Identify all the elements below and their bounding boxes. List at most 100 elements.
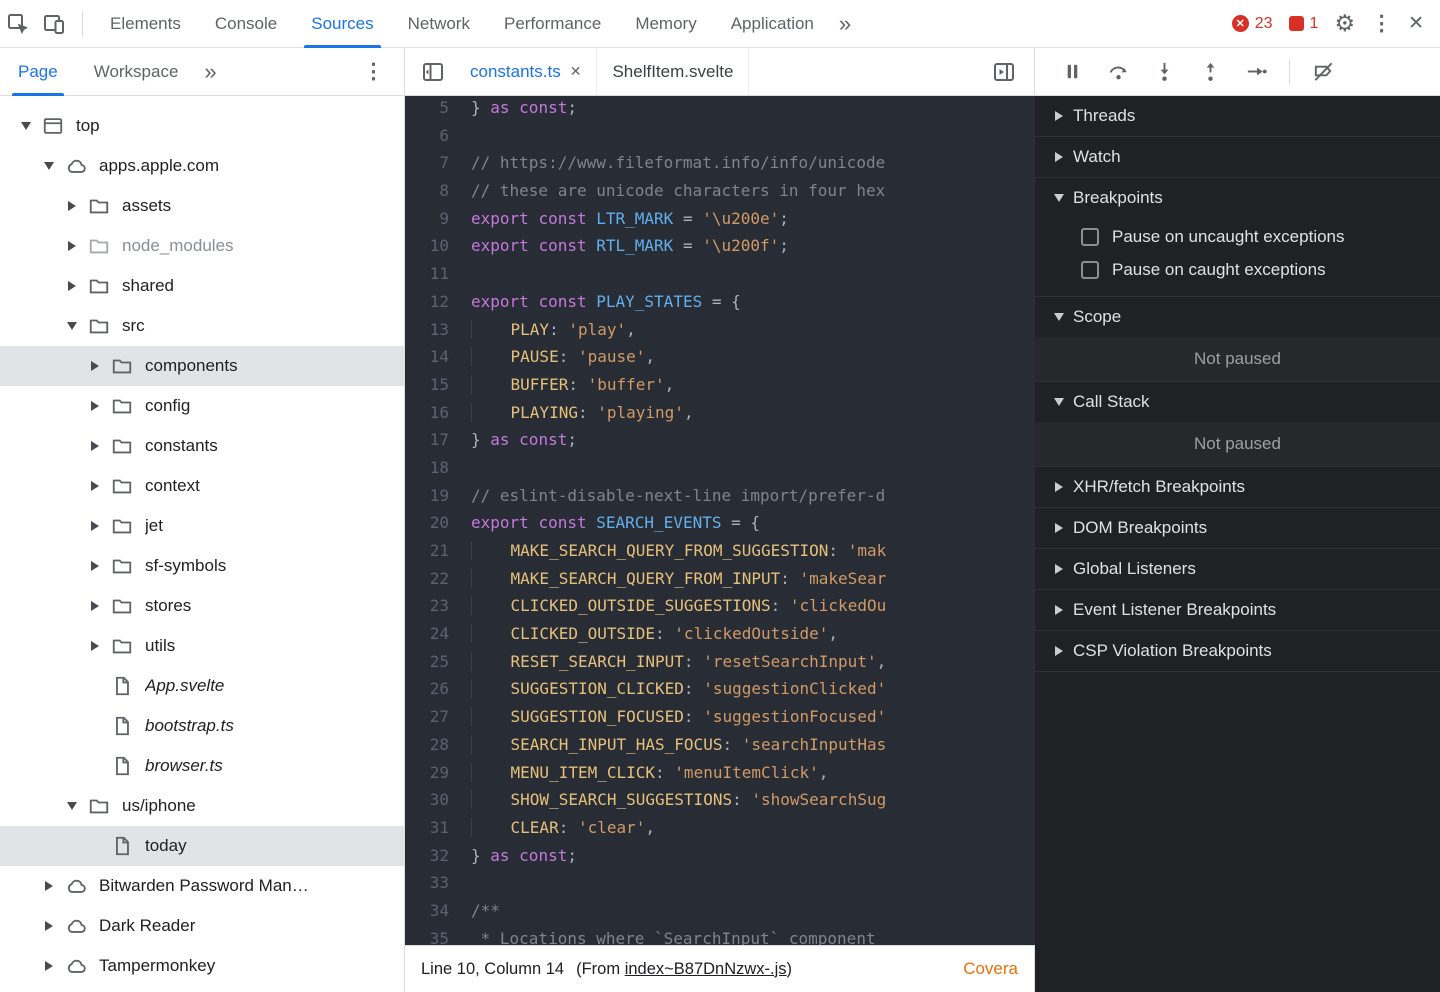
checkbox-pause-on-uncaught-exceptions[interactable]: Pause on uncaught exceptions bbox=[1035, 220, 1440, 253]
tree-item-tampermonkey[interactable]: Tampermonkey bbox=[0, 946, 404, 986]
code-line[interactable]: 19// eslint-disable-next-line import/pre… bbox=[405, 482, 1035, 510]
line-number[interactable]: 30 bbox=[405, 786, 471, 814]
caret-down-icon[interactable] bbox=[60, 322, 84, 330]
code-line[interactable]: 15 BUFFER: 'buffer', bbox=[405, 371, 1035, 399]
pause-script-icon[interactable] bbox=[1049, 54, 1095, 90]
checkbox-pause-on-caught-exceptions[interactable]: Pause on caught exceptions bbox=[1035, 253, 1440, 286]
line-number[interactable]: 32 bbox=[405, 842, 471, 870]
caret-down-icon[interactable] bbox=[60, 802, 84, 810]
step-over-icon[interactable] bbox=[1095, 54, 1141, 90]
line-number[interactable]: 13 bbox=[405, 316, 471, 344]
code-line[interactable]: 6 bbox=[405, 122, 1035, 150]
line-number[interactable]: 31 bbox=[405, 814, 471, 842]
section-header-threads[interactable]: Threads bbox=[1035, 96, 1440, 136]
code-line[interactable]: 31 CLEAR: 'clear', bbox=[405, 814, 1035, 842]
code-line[interactable]: 9export const LTR_MARK = '\u200e'; bbox=[405, 205, 1035, 233]
source-code-editor[interactable]: 5} as const;67// https://www.fileformat.… bbox=[405, 96, 1035, 945]
tree-item-bitwarden-password-man[interactable]: Bitwarden Password Man… bbox=[0, 866, 404, 906]
line-number[interactable]: 22 bbox=[405, 565, 471, 593]
line-number[interactable]: 29 bbox=[405, 759, 471, 787]
caret-right-icon[interactable] bbox=[83, 481, 107, 491]
navigator-tab-page[interactable]: Page bbox=[0, 48, 76, 96]
line-number[interactable]: 6 bbox=[405, 122, 471, 150]
line-number[interactable]: 18 bbox=[405, 454, 471, 482]
code-line[interactable]: 25 RESET_SEARCH_INPUT: 'resetSearchInput… bbox=[405, 648, 1035, 676]
code-line[interactable]: 5} as const; bbox=[405, 96, 1035, 122]
line-number[interactable]: 12 bbox=[405, 288, 471, 316]
step-icon[interactable] bbox=[1233, 54, 1279, 90]
code-line[interactable]: 17} as const; bbox=[405, 426, 1035, 454]
tree-item-shared[interactable]: shared bbox=[0, 266, 404, 306]
caret-right-icon[interactable] bbox=[83, 641, 107, 651]
tree-item-today[interactable]: today bbox=[0, 826, 404, 866]
toggle-navigator-icon[interactable] bbox=[415, 54, 451, 90]
code-line[interactable]: 10export const RTL_MARK = '\u200f'; bbox=[405, 232, 1035, 260]
code-line[interactable]: 32} as const; bbox=[405, 842, 1035, 870]
tree-item-us-iphone[interactable]: us/iphone bbox=[0, 786, 404, 826]
line-number[interactable]: 5 bbox=[405, 96, 471, 122]
code-line[interactable]: 28 SEARCH_INPUT_HAS_FOCUS: 'searchInputH… bbox=[405, 731, 1035, 759]
line-number[interactable]: 8 bbox=[405, 177, 471, 205]
tree-item-constants[interactable]: constants bbox=[0, 426, 404, 466]
step-into-icon[interactable] bbox=[1141, 54, 1187, 90]
caret-right-icon[interactable] bbox=[83, 401, 107, 411]
code-line[interactable]: 20export const SEARCH_EVENTS = { bbox=[405, 509, 1035, 537]
tree-item-utils[interactable]: utils bbox=[0, 626, 404, 666]
code-line[interactable]: 21 MAKE_SEARCH_QUERY_FROM_SUGGESTION: 'm… bbox=[405, 537, 1035, 565]
line-number[interactable]: 7 bbox=[405, 149, 471, 177]
line-number[interactable]: 35 bbox=[405, 925, 471, 945]
section-header-dom-breakpoints[interactable]: DOM Breakpoints bbox=[1035, 508, 1440, 548]
deactivate-breakpoints-icon[interactable] bbox=[1300, 54, 1346, 90]
tree-item-node-modules[interactable]: node_modules bbox=[0, 226, 404, 266]
line-number[interactable]: 9 bbox=[405, 205, 471, 233]
line-number[interactable]: 28 bbox=[405, 731, 471, 759]
line-number[interactable]: 15 bbox=[405, 371, 471, 399]
section-header-scope[interactable]: Scope bbox=[1035, 297, 1440, 337]
checkbox-icon[interactable] bbox=[1081, 228, 1099, 246]
caret-down-icon[interactable] bbox=[37, 162, 61, 170]
caret-right-icon[interactable] bbox=[83, 521, 107, 531]
overflow-menu-icon[interactable]: ⋮ bbox=[1371, 13, 1392, 34]
code-line[interactable]: 29 MENU_ITEM_CLICK: 'menuItemClick', bbox=[405, 759, 1035, 787]
line-number[interactable]: 23 bbox=[405, 592, 471, 620]
error-badge[interactable]: ✕ 23 bbox=[1232, 15, 1273, 33]
step-out-icon[interactable] bbox=[1187, 54, 1233, 90]
tab-sources[interactable]: Sources bbox=[294, 0, 390, 48]
code-line[interactable]: 22 MAKE_SEARCH_QUERY_FROM_INPUT: 'makeSe… bbox=[405, 565, 1035, 593]
tree-item-stores[interactable]: stores bbox=[0, 586, 404, 626]
caret-right-icon[interactable] bbox=[83, 361, 107, 371]
line-number[interactable]: 20 bbox=[405, 509, 471, 537]
tab-memory[interactable]: Memory bbox=[618, 0, 713, 48]
tab-network[interactable]: Network bbox=[391, 0, 487, 48]
close-devtools-icon[interactable]: ✕ bbox=[1408, 14, 1424, 33]
coverage-link[interactable]: Covera bbox=[963, 959, 1018, 979]
tree-item-sf-symbols[interactable]: sf-symbols bbox=[0, 546, 404, 586]
line-number[interactable]: 27 bbox=[405, 703, 471, 731]
navigator-tab-workspace[interactable]: Workspace bbox=[76, 48, 197, 96]
tree-item-dark-reader[interactable]: Dark Reader bbox=[0, 906, 404, 946]
sourcemap-link[interactable]: index~B87DnNzwx-.js bbox=[625, 960, 787, 978]
caret-right-icon[interactable] bbox=[60, 241, 84, 251]
code-line[interactable]: 33 bbox=[405, 869, 1035, 897]
line-number[interactable]: 14 bbox=[405, 343, 471, 371]
caret-down-icon[interactable] bbox=[14, 122, 38, 130]
code-line[interactable]: 11 bbox=[405, 260, 1035, 288]
more-panels-icon[interactable]: » bbox=[831, 0, 859, 48]
tree-item-assets[interactable]: assets bbox=[0, 186, 404, 226]
tab-console[interactable]: Console bbox=[198, 0, 294, 48]
caret-right-icon[interactable] bbox=[37, 961, 61, 971]
code-line[interactable]: 13 PLAY: 'play', bbox=[405, 316, 1035, 344]
editor-tab-shelfitem-svelte[interactable]: ShelfItem.svelte bbox=[597, 48, 749, 95]
line-number[interactable]: 26 bbox=[405, 675, 471, 703]
code-line[interactable]: 30 SHOW_SEARCH_SUGGESTIONS: 'showSearchS… bbox=[405, 786, 1035, 814]
tree-item-src[interactable]: src bbox=[0, 306, 404, 346]
line-number[interactable]: 19 bbox=[405, 482, 471, 510]
code-line[interactable]: 14 PAUSE: 'pause', bbox=[405, 343, 1035, 371]
code-line[interactable]: 27 SUGGESTION_FOCUSED: 'suggestionFocuse… bbox=[405, 703, 1035, 731]
code-line[interactable]: 24 CLICKED_OUTSIDE: 'clickedOutside', bbox=[405, 620, 1035, 648]
caret-right-icon[interactable] bbox=[60, 281, 84, 291]
settings-gear-icon[interactable]: ⚙ bbox=[1334, 12, 1355, 35]
code-line[interactable]: 26 SUGGESTION_CLICKED: 'suggestionClicke… bbox=[405, 675, 1035, 703]
section-header-call-stack[interactable]: Call Stack bbox=[1035, 382, 1440, 422]
tree-item-components[interactable]: components bbox=[0, 346, 404, 386]
